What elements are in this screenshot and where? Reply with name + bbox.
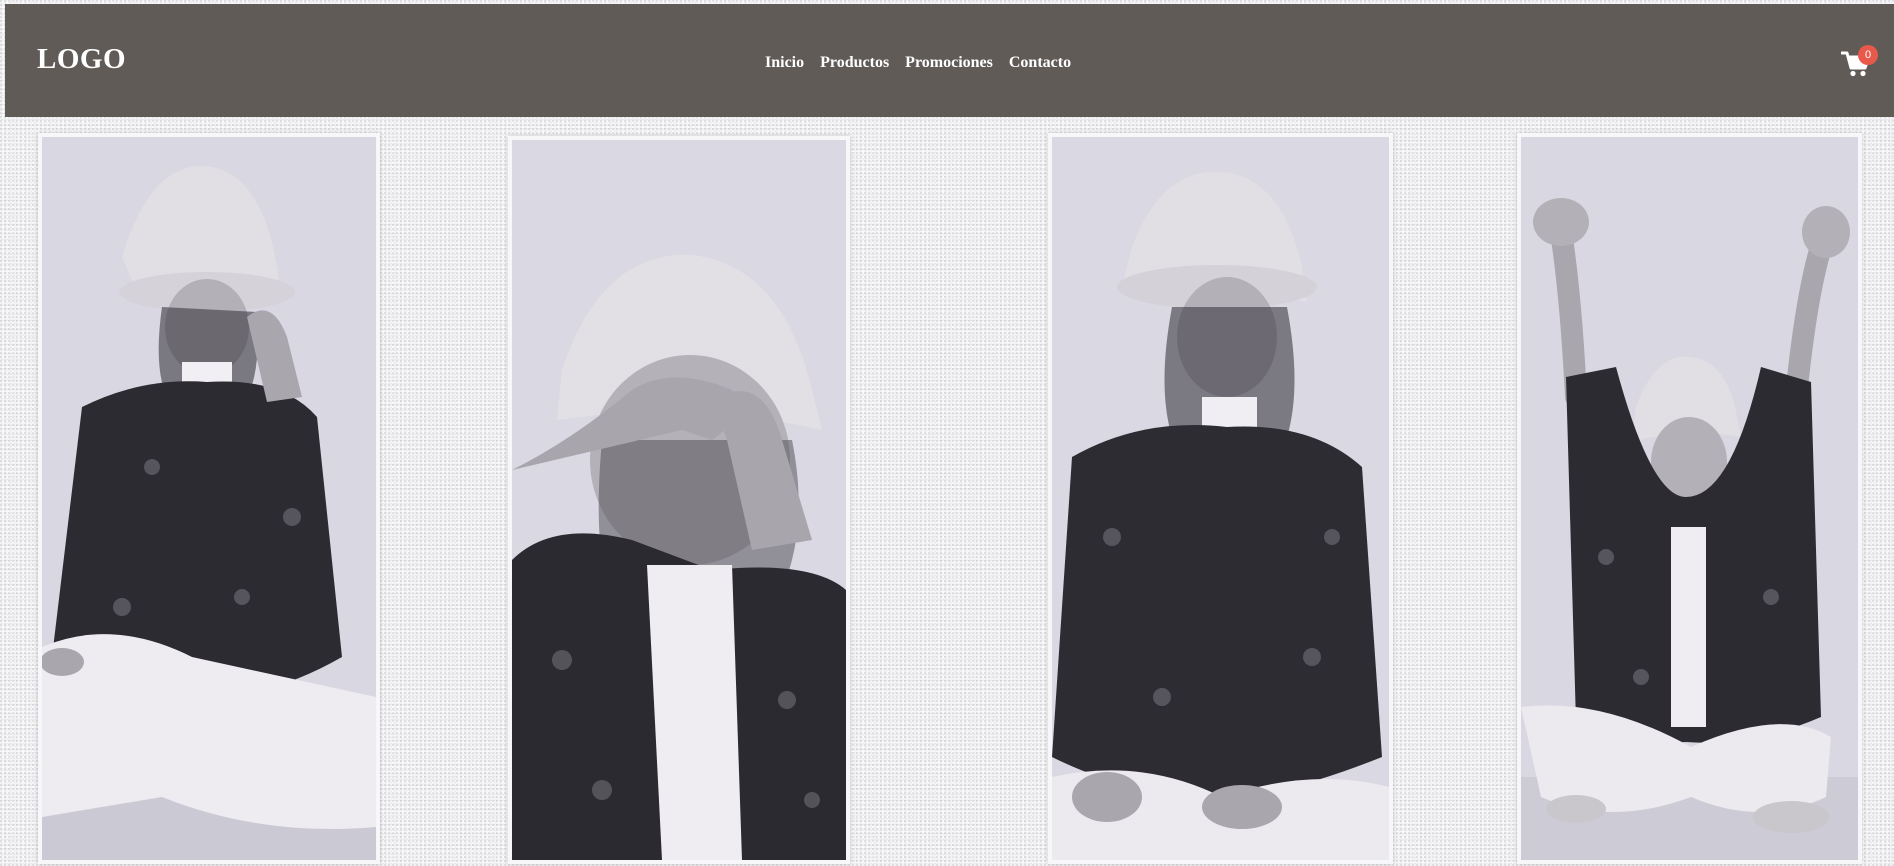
photo-girl-sitting-hand-on-hat: [42, 137, 376, 860]
photo-girl-heart-hands: [512, 140, 846, 860]
photo-girl-sitting-looking-aside: [1052, 137, 1389, 860]
photo-gallery: [0, 0, 1894, 866]
photo-card-4[interactable]: [1517, 133, 1862, 864]
photo-card-2[interactable]: [508, 136, 850, 864]
photo-girl-arms-raised: [1521, 137, 1858, 860]
photo-card-1[interactable]: [38, 133, 380, 864]
photo-card-3[interactable]: [1048, 133, 1393, 864]
